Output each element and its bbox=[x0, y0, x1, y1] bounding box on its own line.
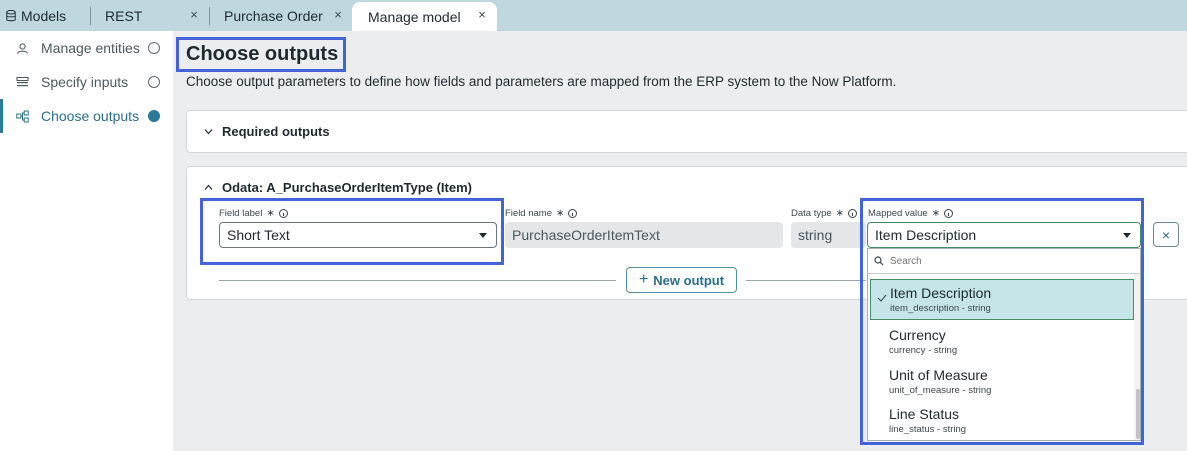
tab-manage-model[interactable]: Manage model × bbox=[352, 2, 497, 31]
required-icon: ∗ bbox=[835, 208, 845, 219]
step-status-radio bbox=[148, 42, 160, 54]
tab-rest[interactable]: REST bbox=[105, 0, 142, 31]
option-label: Line Status bbox=[889, 406, 960, 422]
mapped-value-caption: Mapped value ∗ bbox=[868, 208, 954, 219]
tab-models[interactable]: Models bbox=[6, 0, 66, 31]
mapped-value-dropdown: Item Description item_description - stri… bbox=[867, 248, 1141, 441]
new-output-label: New output bbox=[653, 272, 725, 288]
search-icon bbox=[874, 256, 884, 266]
info-icon[interactable] bbox=[848, 209, 858, 218]
option-sublabel: currency - string bbox=[889, 345, 958, 356]
info-icon[interactable] bbox=[568, 209, 578, 218]
chevron-up-icon bbox=[204, 184, 213, 190]
required-icon: ∗ bbox=[556, 208, 565, 219]
entity-icon bbox=[17, 42, 28, 54]
active-indicator bbox=[0, 99, 3, 133]
odata-section-title: Odata: A_PurchaseOrderItemType (Item) bbox=[222, 180, 472, 195]
tab-divider bbox=[90, 7, 91, 25]
required-outputs-card: Required outputs bbox=[186, 110, 1187, 153]
field-name-field: PurchaseOrderItemText bbox=[505, 222, 783, 248]
sidebar-item-manage-entities[interactable]: Manage entities bbox=[0, 31, 173, 65]
outputs-icon bbox=[16, 110, 29, 122]
sidebar-item-label: Specify inputs bbox=[41, 74, 129, 90]
data-type-caption: Data type ∗ bbox=[791, 208, 858, 219]
info-icon[interactable] bbox=[944, 209, 954, 218]
field-label-value: Short Text bbox=[227, 227, 290, 243]
tab-purchase-order[interactable]: Purchase Order ... bbox=[224, 0, 328, 31]
tab-bar: Models REST × Purchase Order ... × Manag… bbox=[0, 0, 1187, 31]
search-input[interactable] bbox=[890, 255, 1120, 267]
data-type-text: Data type bbox=[791, 208, 832, 219]
plus-icon: + bbox=[638, 271, 649, 288]
sidebar-item-label: Choose outputs bbox=[41, 108, 140, 124]
dropdown-option-unit-of-measure[interactable]: Unit of Measure unit_of_measure - string bbox=[870, 362, 1134, 403]
sidebar-item-label: Manage entities bbox=[41, 40, 140, 56]
close-manage-model-tab-icon[interactable]: × bbox=[475, 8, 489, 22]
chevron-down-icon bbox=[204, 129, 213, 135]
divider-right bbox=[746, 280, 866, 281]
option-label: Item Description bbox=[890, 285, 992, 301]
new-output-button[interactable]: + New output bbox=[626, 267, 737, 293]
data-type-value: string bbox=[798, 227, 833, 243]
dropdown-search bbox=[868, 249, 1140, 274]
field-label-text: Field label bbox=[219, 208, 263, 219]
sidebar: Manage entities Specify inputs Choose ou… bbox=[0, 31, 173, 451]
info-icon[interactable] bbox=[278, 209, 288, 218]
checkmark-icon bbox=[877, 294, 887, 302]
divider-left bbox=[219, 280, 616, 281]
required-outputs-title: Required outputs bbox=[222, 124, 330, 139]
required-outputs-header[interactable]: Required outputs bbox=[204, 124, 330, 139]
field-label-select[interactable]: Short Text bbox=[219, 222, 497, 248]
option-sublabel: unit_of_measure - string bbox=[889, 385, 992, 396]
close-purchase-order-tab-icon[interactable]: × bbox=[331, 8, 345, 22]
database-icon bbox=[6, 9, 16, 22]
caret-down-icon bbox=[1123, 233, 1131, 238]
data-type-field: string bbox=[791, 222, 866, 248]
tab-manage-model-label: Manage model bbox=[368, 8, 461, 25]
required-icon: ∗ bbox=[931, 208, 941, 219]
field-name-text: Field name bbox=[505, 208, 552, 219]
tab-purchase-order-label: Purchase Order ... bbox=[224, 7, 328, 24]
field-name-value: PurchaseOrderItemText bbox=[512, 227, 660, 243]
sidebar-item-specify-inputs[interactable]: Specify inputs bbox=[0, 65, 173, 99]
page-description: Choose output parameters to define how f… bbox=[186, 74, 897, 89]
option-label: Currency bbox=[889, 327, 946, 343]
mapped-value-value: Item Description bbox=[875, 227, 977, 243]
tab-divider bbox=[209, 7, 210, 25]
dropdown-option-line-status[interactable]: Line Status line_status - string bbox=[870, 401, 1134, 440]
remove-output-button[interactable]: × bbox=[1153, 222, 1179, 247]
option-sublabel: line_status - string bbox=[889, 424, 967, 435]
option-sublabel: item_description - string bbox=[890, 303, 991, 314]
caret-down-icon bbox=[479, 233, 487, 238]
tab-models-label: Models bbox=[21, 7, 67, 24]
mapped-value-select[interactable]: Item Description bbox=[867, 222, 1141, 248]
option-label: Unit of Measure bbox=[889, 367, 988, 383]
odata-section-header[interactable]: Odata: A_PurchaseOrderItemType (Item) bbox=[204, 180, 472, 195]
close-icon: × bbox=[1161, 226, 1171, 243]
step-status-radio bbox=[148, 76, 160, 88]
dropdown-scroll-thumb[interactable] bbox=[1136, 389, 1140, 439]
mapped-value-text: Mapped value bbox=[868, 208, 928, 219]
close-rest-tab-icon[interactable]: × bbox=[187, 8, 201, 22]
required-icon: ∗ bbox=[266, 208, 275, 219]
dropdown-option-currency[interactable]: Currency currency - string bbox=[870, 322, 1134, 363]
tab-rest-label: REST bbox=[105, 7, 143, 24]
field-label-caption: Field label ∗ bbox=[219, 208, 288, 219]
inputs-icon bbox=[16, 76, 29, 86]
field-name-caption: Field name ∗ bbox=[505, 208, 578, 219]
page-title: Choose outputs bbox=[186, 43, 339, 65]
dropdown-option-item-description[interactable]: Item Description item_description - stri… bbox=[870, 279, 1134, 320]
sidebar-item-choose-outputs[interactable]: Choose outputs bbox=[0, 99, 173, 133]
step-status-radio bbox=[148, 110, 160, 122]
